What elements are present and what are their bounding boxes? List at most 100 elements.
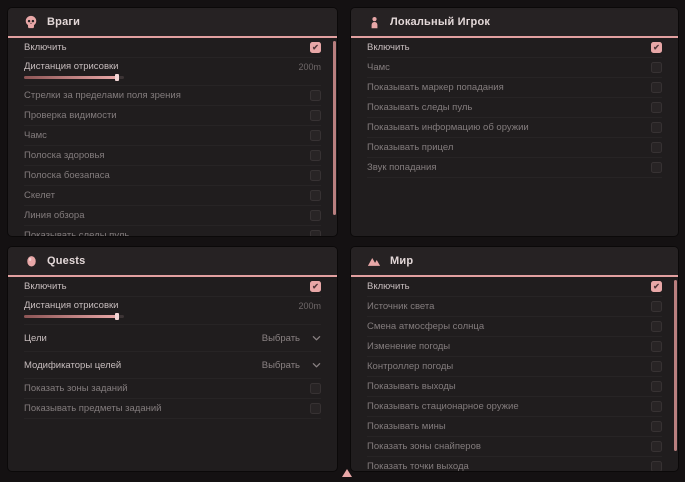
checkbox[interactable] xyxy=(651,341,662,352)
mountain-icon xyxy=(367,254,381,268)
scrollbar-thumb[interactable] xyxy=(674,280,677,451)
checkbox[interactable] xyxy=(651,421,662,432)
row-checkbox: Показывать мины xyxy=(367,417,662,437)
row-checkbox: Показывать выходы xyxy=(367,377,662,397)
slider[interactable] xyxy=(24,76,124,79)
menu-grid: Враги Включить✔Дистанция отрисовки200mСт… xyxy=(8,8,678,471)
row-label: Показывать информацию об оружии xyxy=(367,122,529,133)
row-label: Полоска здоровья xyxy=(24,150,105,161)
row-checkbox: Показывать информацию об оружии xyxy=(367,118,662,138)
quest-icon xyxy=(24,254,38,268)
row-checkbox: Звук попадания xyxy=(367,158,662,178)
checkbox[interactable] xyxy=(651,381,662,392)
row-checkbox: Включить✔ xyxy=(367,38,662,58)
panel-local-player: Локальный Игрок Включить✔ЧамсПоказывать … xyxy=(351,8,678,236)
row-checkbox: Проверка видимости xyxy=(24,106,321,126)
checkbox[interactable] xyxy=(651,361,662,372)
panel-enemies-header: Враги xyxy=(8,8,337,38)
checkbox[interactable] xyxy=(310,403,321,414)
dropdown[interactable]: Выбрать xyxy=(262,333,321,344)
panel-world-header: Мир xyxy=(351,247,678,277)
row-checkbox: Смена атмосферы солнца xyxy=(367,317,662,337)
row-label: Цели xyxy=(24,333,47,344)
panel-quests-header: Quests xyxy=(8,247,337,277)
row-label: Показывать предметы заданий xyxy=(24,403,161,414)
checkbox[interactable] xyxy=(651,62,662,73)
slider-value: 200m xyxy=(298,62,321,72)
row-label: Показывать мины xyxy=(367,421,446,432)
row-dropdown: Модификаторы целейВыбрать xyxy=(24,352,321,379)
row-label: Показывать маркер попадания xyxy=(367,82,504,93)
row-checkbox: Чамс xyxy=(24,126,321,146)
panel-quests-body: Включить✔ Дистанция отрисовки 200m Цели Выбр… xyxy=(8,277,337,471)
row-label: Дистанция отрисовки xyxy=(24,300,118,311)
row-checkbox: Показывать следы пуль xyxy=(24,226,321,236)
checkbox[interactable] xyxy=(651,441,662,452)
checkbox[interactable] xyxy=(310,190,321,201)
row-checkbox: Полоска здоровья xyxy=(24,146,321,166)
checkbox[interactable] xyxy=(310,210,321,221)
slider-labels: Дистанция отрисовки 200m xyxy=(24,61,321,72)
checkbox[interactable] xyxy=(651,142,662,153)
dropdown[interactable]: Выбрать xyxy=(262,360,321,371)
row-label: Дистанция отрисовки xyxy=(24,61,118,72)
slider-value: 200m xyxy=(298,301,321,311)
row-checkbox: Показать зоны заданий xyxy=(24,379,321,399)
slider-handle[interactable] xyxy=(115,313,119,320)
mouse-cursor xyxy=(342,469,352,477)
chevron-down-icon xyxy=(312,361,321,370)
checkbox[interactable]: ✔ xyxy=(651,281,662,292)
row-slider: Дистанция отрисовки 200m xyxy=(24,297,321,325)
checkbox[interactable] xyxy=(310,383,321,394)
row-label: Скелет xyxy=(24,190,55,201)
row-checkbox: Скелет xyxy=(24,186,321,206)
checkbox[interactable] xyxy=(310,170,321,181)
panel-enemies-body: Включить✔Дистанция отрисовки200mСтрелки … xyxy=(8,38,337,236)
checkbox[interactable] xyxy=(310,230,321,236)
row-label: Контроллер погоды xyxy=(367,361,453,372)
row-slider: Дистанция отрисовки 200m xyxy=(24,58,321,86)
slider[interactable] xyxy=(24,315,124,318)
row-checkbox: Показывать прицел xyxy=(367,138,662,158)
row-label: Показывать следы пуль xyxy=(24,230,129,236)
checkbox[interactable] xyxy=(310,130,321,141)
checkbox[interactable]: ✔ xyxy=(310,42,321,53)
checkbox[interactable] xyxy=(651,461,662,471)
chevron-down-icon xyxy=(312,334,321,343)
scrollbar-thumb[interactable] xyxy=(333,41,336,215)
slider-fill xyxy=(24,76,117,79)
row-label: Проверка видимости xyxy=(24,110,117,121)
row-checkbox: Показывать стационарное оружие xyxy=(367,397,662,417)
checkbox[interactable] xyxy=(651,162,662,173)
checkbox[interactable]: ✔ xyxy=(651,42,662,53)
row-checkbox: Показать точки выхода xyxy=(367,457,662,471)
row-checkbox: Показывать маркер попадания xyxy=(367,78,662,98)
dropdown-value: Выбрать xyxy=(262,333,300,344)
panel-title: Quests xyxy=(47,255,86,267)
checkbox[interactable]: ✔ xyxy=(310,281,321,292)
checkbox[interactable] xyxy=(651,102,662,113)
row-dropdown: Цели Выбрать xyxy=(24,325,321,352)
row-checkbox: Изменение погоды xyxy=(367,337,662,357)
slider-labels: Дистанция отрисовки 200m xyxy=(24,300,321,311)
checkbox[interactable] xyxy=(310,90,321,101)
checkbox[interactable] xyxy=(651,122,662,133)
checkbox[interactable] xyxy=(310,150,321,161)
row-label: Звук попадания xyxy=(367,162,437,173)
row-label: Изменение погоды xyxy=(367,341,450,352)
row-checkbox: Включить✔ xyxy=(367,277,662,297)
row-label: Включить xyxy=(24,42,67,53)
checkbox[interactable] xyxy=(310,110,321,121)
panel-title: Локальный Игрок xyxy=(390,16,490,28)
checkbox[interactable] xyxy=(651,82,662,93)
row-checkbox: Включить✔ xyxy=(24,277,321,297)
row-label: Показывать прицел xyxy=(367,142,453,153)
row-label: Полоска боезапаса xyxy=(24,170,110,181)
row-label: Линия обзора xyxy=(24,210,85,221)
panel-local-player-header: Локальный Игрок xyxy=(351,8,678,38)
checkbox[interactable] xyxy=(651,301,662,312)
row-checkbox: Полоска боезапаса xyxy=(24,166,321,186)
slider-handle[interactable] xyxy=(115,74,119,81)
checkbox[interactable] xyxy=(651,321,662,332)
checkbox[interactable] xyxy=(651,401,662,412)
